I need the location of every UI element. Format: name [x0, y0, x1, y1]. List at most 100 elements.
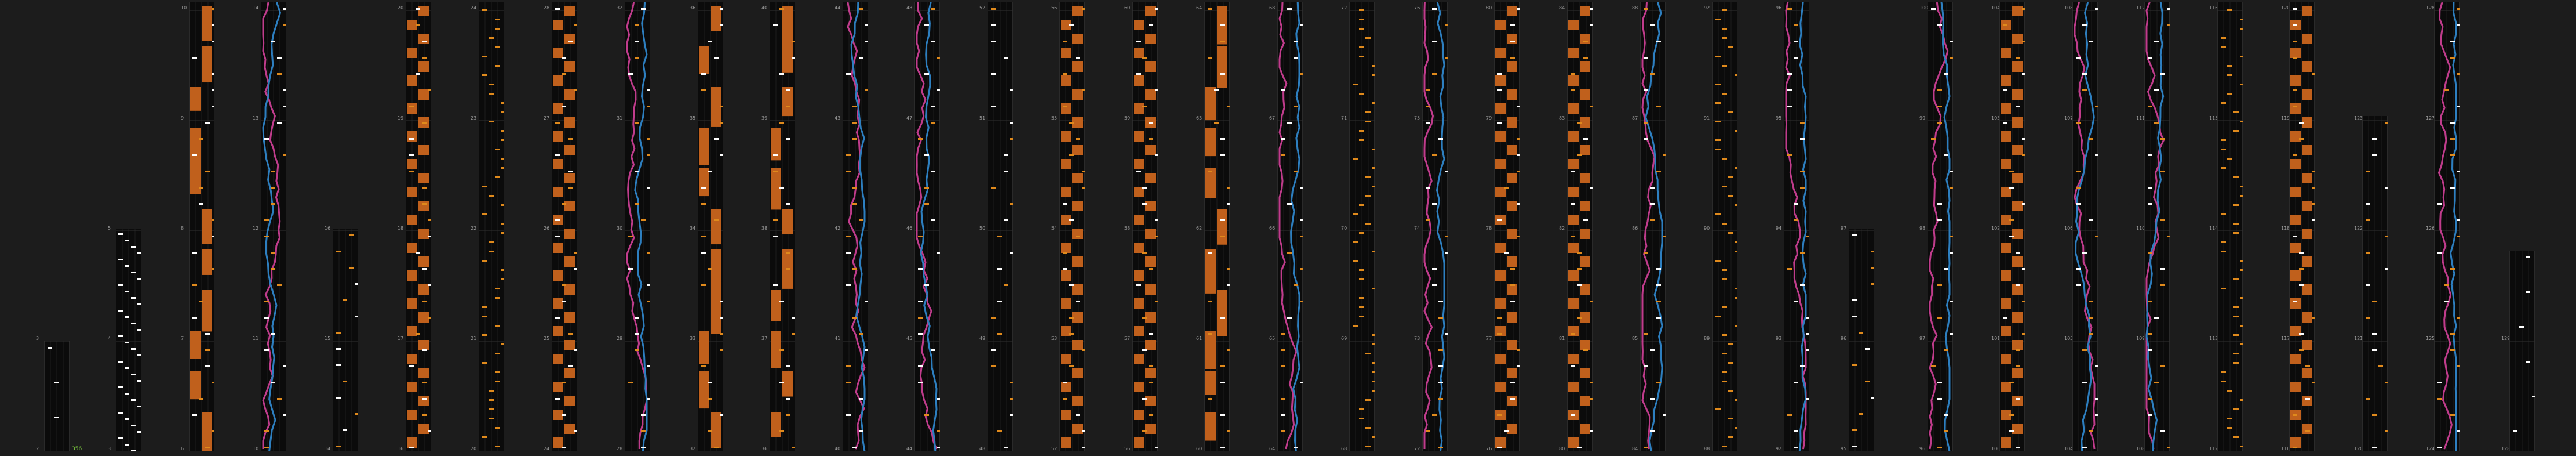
tap-note — [1590, 8, 1593, 10]
tap-note — [212, 24, 214, 26]
tap-note — [2003, 122, 2007, 124]
measure-number: 16 — [325, 226, 331, 231]
tap-note — [2293, 57, 2297, 59]
tap-note — [1359, 418, 1364, 419]
tap-note — [2076, 122, 2081, 124]
measure-number: 8 — [181, 226, 184, 231]
tap-note — [1728, 176, 1733, 178]
tap-note — [212, 8, 214, 10]
tap-note — [924, 203, 929, 205]
tap-note — [343, 429, 347, 431]
tap-note — [264, 236, 269, 237]
hold-note — [1507, 396, 1517, 406]
measure-number: 68 — [1269, 5, 1276, 10]
tap-note — [137, 406, 141, 407]
tap-note — [568, 41, 573, 42]
hold-note — [1568, 48, 1579, 58]
hold-note — [1568, 103, 1579, 114]
tap-note — [1365, 195, 1371, 197]
measure-number: 9 — [181, 115, 184, 121]
tap-note — [1372, 334, 1375, 336]
tap-note — [2082, 73, 2087, 75]
tap-note — [1082, 349, 1085, 351]
tap-note — [2519, 326, 2524, 328]
tap-note — [720, 301, 723, 302]
tap-note — [1937, 219, 1942, 221]
tap-note — [1220, 317, 1225, 319]
tap-note — [125, 444, 129, 446]
hold-note — [1072, 368, 1083, 378]
hold-note — [1507, 368, 1517, 378]
tap-note — [2095, 365, 2098, 367]
measure-number: 80 — [1486, 5, 1492, 10]
hold-note — [564, 368, 575, 378]
tap-note — [1787, 8, 1792, 10]
chart-column — [1349, 2, 1375, 451]
tap-note — [271, 268, 275, 270]
tap-note — [1794, 382, 1798, 383]
chart-column — [261, 2, 286, 451]
measure-number: 89 — [1704, 336, 1710, 341]
hold-note — [1134, 20, 1144, 30]
slide-path — [1278, 2, 1298, 450]
tap-note — [1852, 429, 1857, 431]
measure-number: 2 — [36, 446, 39, 451]
tap-note — [2312, 171, 2315, 172]
tap-note — [1800, 187, 1805, 189]
tap-note — [131, 323, 136, 324]
hold-note — [1507, 6, 1517, 16]
tap-note — [2299, 333, 2304, 335]
tap-note — [1208, 8, 1212, 10]
chart-column — [2217, 2, 2243, 451]
tap-note — [283, 154, 286, 156]
measure-number: 33 — [690, 336, 696, 341]
hold-note — [1072, 340, 1083, 350]
tap-note — [2240, 446, 2243, 447]
tap-note — [277, 398, 282, 400]
measure-number: 104 — [1991, 5, 2001, 10]
hold-note — [564, 229, 575, 239]
measure-number: 74 — [1414, 226, 1420, 231]
tap-note — [701, 365, 706, 367]
hold-note — [1145, 284, 1156, 295]
tap-note — [1944, 268, 1948, 270]
notes-layer — [1494, 2, 1520, 451]
tap-note — [2450, 138, 2455, 140]
measure-number: 113 — [2209, 336, 2218, 341]
tap-note — [1656, 106, 1661, 107]
tap-note — [1650, 203, 1655, 205]
tap-note — [501, 232, 504, 234]
chart-column — [406, 2, 431, 451]
measure-number: 12 — [253, 226, 259, 231]
tap-note — [1852, 364, 1857, 366]
tap-note — [1497, 122, 1502, 124]
tap-note — [1728, 362, 1733, 364]
tap-note — [2221, 139, 2226, 141]
tap-note — [792, 333, 795, 335]
tap-note — [1517, 365, 1520, 367]
chart-column — [552, 2, 577, 451]
tap-note — [428, 430, 431, 432]
tap-note — [2312, 187, 2315, 189]
tap-note — [349, 234, 354, 236]
tap-note — [1220, 24, 1225, 26]
measure-number: 64 — [1269, 446, 1276, 451]
measure-number: 18 — [398, 226, 404, 231]
chart-column — [1640, 2, 1666, 451]
tap-note — [1372, 288, 1375, 289]
measure-number: 116 — [2281, 446, 2290, 451]
tap-note — [2450, 414, 2455, 416]
tap-note — [205, 171, 210, 172]
hold-note — [2012, 340, 2023, 350]
measure-number: 36 — [761, 446, 768, 451]
tap-note — [2089, 333, 2093, 335]
tap-note — [355, 316, 358, 317]
notes-layer — [1277, 2, 1303, 451]
tap-note — [2016, 349, 2020, 351]
tap-note — [1650, 398, 1655, 400]
tap-note — [1300, 187, 1303, 189]
measure-number: 39 — [761, 115, 768, 121]
hold-note — [1580, 6, 1590, 16]
hold-note — [2012, 6, 2023, 16]
tap-note — [1220, 73, 1225, 75]
